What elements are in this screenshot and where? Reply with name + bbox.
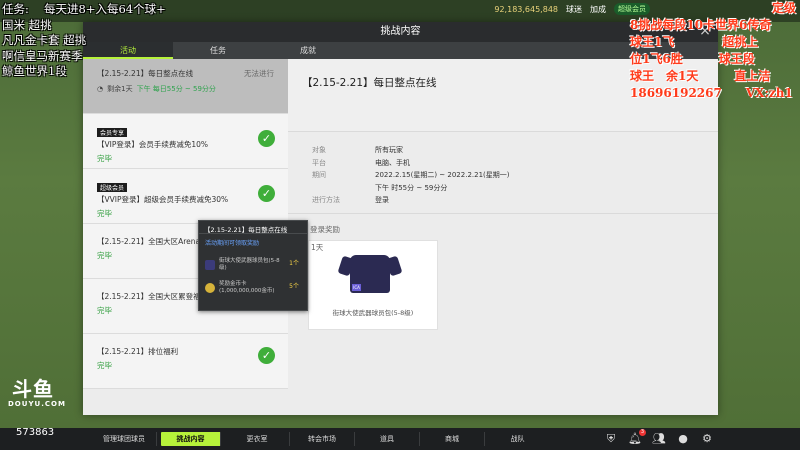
bell-icon[interactable]: 🔔︎ 3 — [628, 429, 646, 446]
reward-card[interactable]: 1天 ICA 街球大使武器球员包(5-8级) — [308, 240, 438, 330]
nav-transfer-market[interactable]: 转会市场 — [290, 432, 355, 446]
info-key: 对象 — [312, 146, 326, 155]
room-number: 573863 — [16, 427, 55, 438]
info-row: 下午 时55分 ~ 59分分 — [312, 182, 718, 195]
info-row: 期间 2022.2.15(星期二) ~ 2022.2.21(星期一) — [312, 169, 718, 182]
svip-tag: 超级会员 — [97, 183, 128, 192]
modal-title: 挑战内容 — [380, 26, 421, 37]
tooltip-row-count: 5个 — [289, 283, 299, 290]
list-item[interactable]: 【2.15-2.21】排位福利 完毕 ✓ — [83, 334, 288, 389]
coin-card-icon — [205, 282, 215, 293]
tooltip-title: 【2.15-2.21】每日整点在线 — [199, 221, 307, 234]
overlay-line: 球王1飞 超挑上 — [630, 35, 759, 49]
nav-items[interactable]: 道具 — [355, 432, 420, 446]
info-key: 平台 — [312, 158, 326, 167]
item-status: 完毕 — [97, 209, 112, 218]
info-key: 进行方法 — [312, 196, 340, 205]
item-status: 完毕 — [97, 154, 112, 163]
shield-icon[interactable]: ⛨ — [604, 432, 618, 446]
overlay-line: 18696192267 VX:zh1 — [630, 86, 793, 100]
detail-info: 对象 所有玩家 平台 电脑、手机 期间 2022.2.15(星期二) ~ 2022.2… — [288, 132, 718, 214]
item-time-range: 下午 每日55分 ~ 59分分 — [136, 85, 216, 93]
overlay-line: 鲸鱼世界1段 — [2, 64, 67, 78]
nav-manage-players[interactable]: 管理球团球员 — [92, 432, 157, 446]
info-val: 电脑、手机 — [375, 158, 410, 167]
jersey-icon: ICA — [350, 255, 390, 293]
nav-team[interactable]: 战队 — [485, 432, 550, 446]
item-sub: ◔ 剩余1天 下午 每日55分 ~ 59分分 — [97, 84, 288, 94]
user-icon[interactable]: ● — [676, 432, 690, 446]
bottom-nav-bar: 管理球团球员 挑战内容 更衣室 转会市场 道具 商城 战队 ⛨ 🔔︎ 3 👥︎ ●… — [0, 428, 800, 450]
logo-sub: DOUYU.COM — [8, 400, 66, 408]
challenge-modal: 挑战内容 × 活动 任务 成就 【2.15-2.21】每日整点在线 无法进行 ◔… — [83, 22, 718, 415]
overlay-line: 位1飞6胜 球王段 — [630, 52, 755, 66]
check-icon: ✓ — [258, 130, 275, 147]
douyu-logo: 斗鱼 DOUYU.COM — [8, 377, 66, 410]
list-item[interactable]: 超级会员 【VVIP登录】超级会员手续费减免30% 完毕 ✓ — [83, 169, 288, 224]
clock-icon: ◔ — [97, 85, 104, 93]
reward-day-label: 1天 — [311, 243, 324, 252]
info-row: 进行方法 登录 — [312, 194, 718, 207]
reward-tooltip: 【2.15-2.21】每日整点在线 活动期间可领取奖励 街球大使武器球员包(5-… — [198, 220, 308, 311]
gear-icon[interactable]: ⚙ — [700, 432, 714, 446]
check-icon: ✓ — [258, 185, 275, 202]
nav-challenge[interactable]: 挑战内容 — [161, 432, 221, 446]
jersey-pack-icon — [205, 259, 215, 270]
logo-main: 斗鱼 — [12, 377, 54, 401]
list-item[interactable]: 会员专享 【VIP登录】会员手续费减免10% 完毕 ✓ — [83, 114, 288, 169]
overlay-line: 8挑战每段10卡世界6传奇 — [630, 18, 772, 32]
overlay-line: 任务: 每天进8+入每64个球+ — [2, 2, 166, 16]
info-row: 平台 电脑、手机 — [312, 157, 718, 170]
tooltip-subtitle: 活动期间可领取奖励 — [205, 240, 260, 247]
stream-overlay-right: 定级 8挑战每段10卡世界6传奇 球王1飞 超挑上 位1飞6胜 球王段 球王 余… — [630, 0, 800, 105]
stream-overlay-left: 任务: 每天进8+入每64个球+ 国米 超挑 凡凡金卡套 超挑 啊信皇马新赛季 … — [0, 0, 215, 80]
tooltip-row-count: 1个 — [289, 260, 299, 267]
reward-area: 登录奖励 — [288, 214, 718, 235]
tooltip-row: 奖励金币卡(1,000,000,000金币) 5个 — [199, 278, 307, 297]
item-status-unavailable: 无法进行 — [244, 69, 274, 78]
fans-label[interactable]: 球迷 — [566, 4, 582, 15]
top-bar-right: 92,183,645,848 球迷 加成 超级会员 — [494, 3, 650, 15]
tooltip-row-text: 街球大使武器球员包(5-8级) — [219, 257, 280, 271]
info-val: 所有玩家 — [375, 146, 403, 155]
overlay-line: 啊信皇马新赛季 — [2, 48, 83, 63]
event-detail: 【2.15-2.21】每日整点在线 对象 所有玩家 平台 电脑、手机 期间 2022.… — [288, 59, 718, 415]
tooltip-row: 街球大使武器球员包(5-8级) 1个 — [199, 255, 307, 274]
vip-tag: 会员专享 — [97, 128, 128, 137]
tooltip-row-text: 奖励金币卡(1,000,000,000金币) — [219, 280, 275, 294]
nav-shop[interactable]: 商城 — [420, 432, 485, 446]
overlay-line: 凡凡金卡套 超挑 — [2, 33, 87, 47]
nav-locker-room[interactable]: 更衣室 — [225, 432, 290, 446]
coin-balance: 92,183,645,848 — [494, 4, 558, 14]
tab-achievements[interactable]: 成就 — [263, 42, 353, 59]
info-val: 下午 时55分 ~ 59分分 — [375, 183, 448, 192]
notification-badge: 3 — [638, 429, 646, 436]
bottom-icons: ⛨ 🔔︎ 3 👥︎ ● ⚙ — [604, 429, 714, 446]
item-status: 完毕 — [97, 361, 112, 370]
bottom-nav: 管理球团球员 挑战内容 更衣室 转会市场 道具 商城 战队 — [92, 432, 550, 446]
reward-label: 登录奖励 — [310, 225, 340, 234]
overlay-line: 定级 — [771, 1, 796, 15]
info-key: 期间 — [312, 171, 326, 180]
people-icon[interactable]: 👥︎ — [652, 432, 666, 446]
jersey-badge: ICA — [352, 284, 361, 291]
bonus-label[interactable]: 加成 — [590, 4, 606, 15]
info-val: 2022.2.15(星期二) ~ 2022.2.21(星期一) — [375, 171, 510, 180]
reward-name: 街球大使武器球员包(5-8级) — [332, 309, 414, 317]
info-val: 登录 — [375, 196, 389, 205]
item-remaining: 剩余1天 — [107, 85, 133, 93]
overlay-line: 球王 余1天 直上洁 — [630, 69, 771, 83]
check-icon: ✓ — [258, 347, 275, 364]
info-row: 对象 所有玩家 — [312, 144, 718, 157]
overlay-line: 国米 超挑 — [2, 17, 52, 32]
